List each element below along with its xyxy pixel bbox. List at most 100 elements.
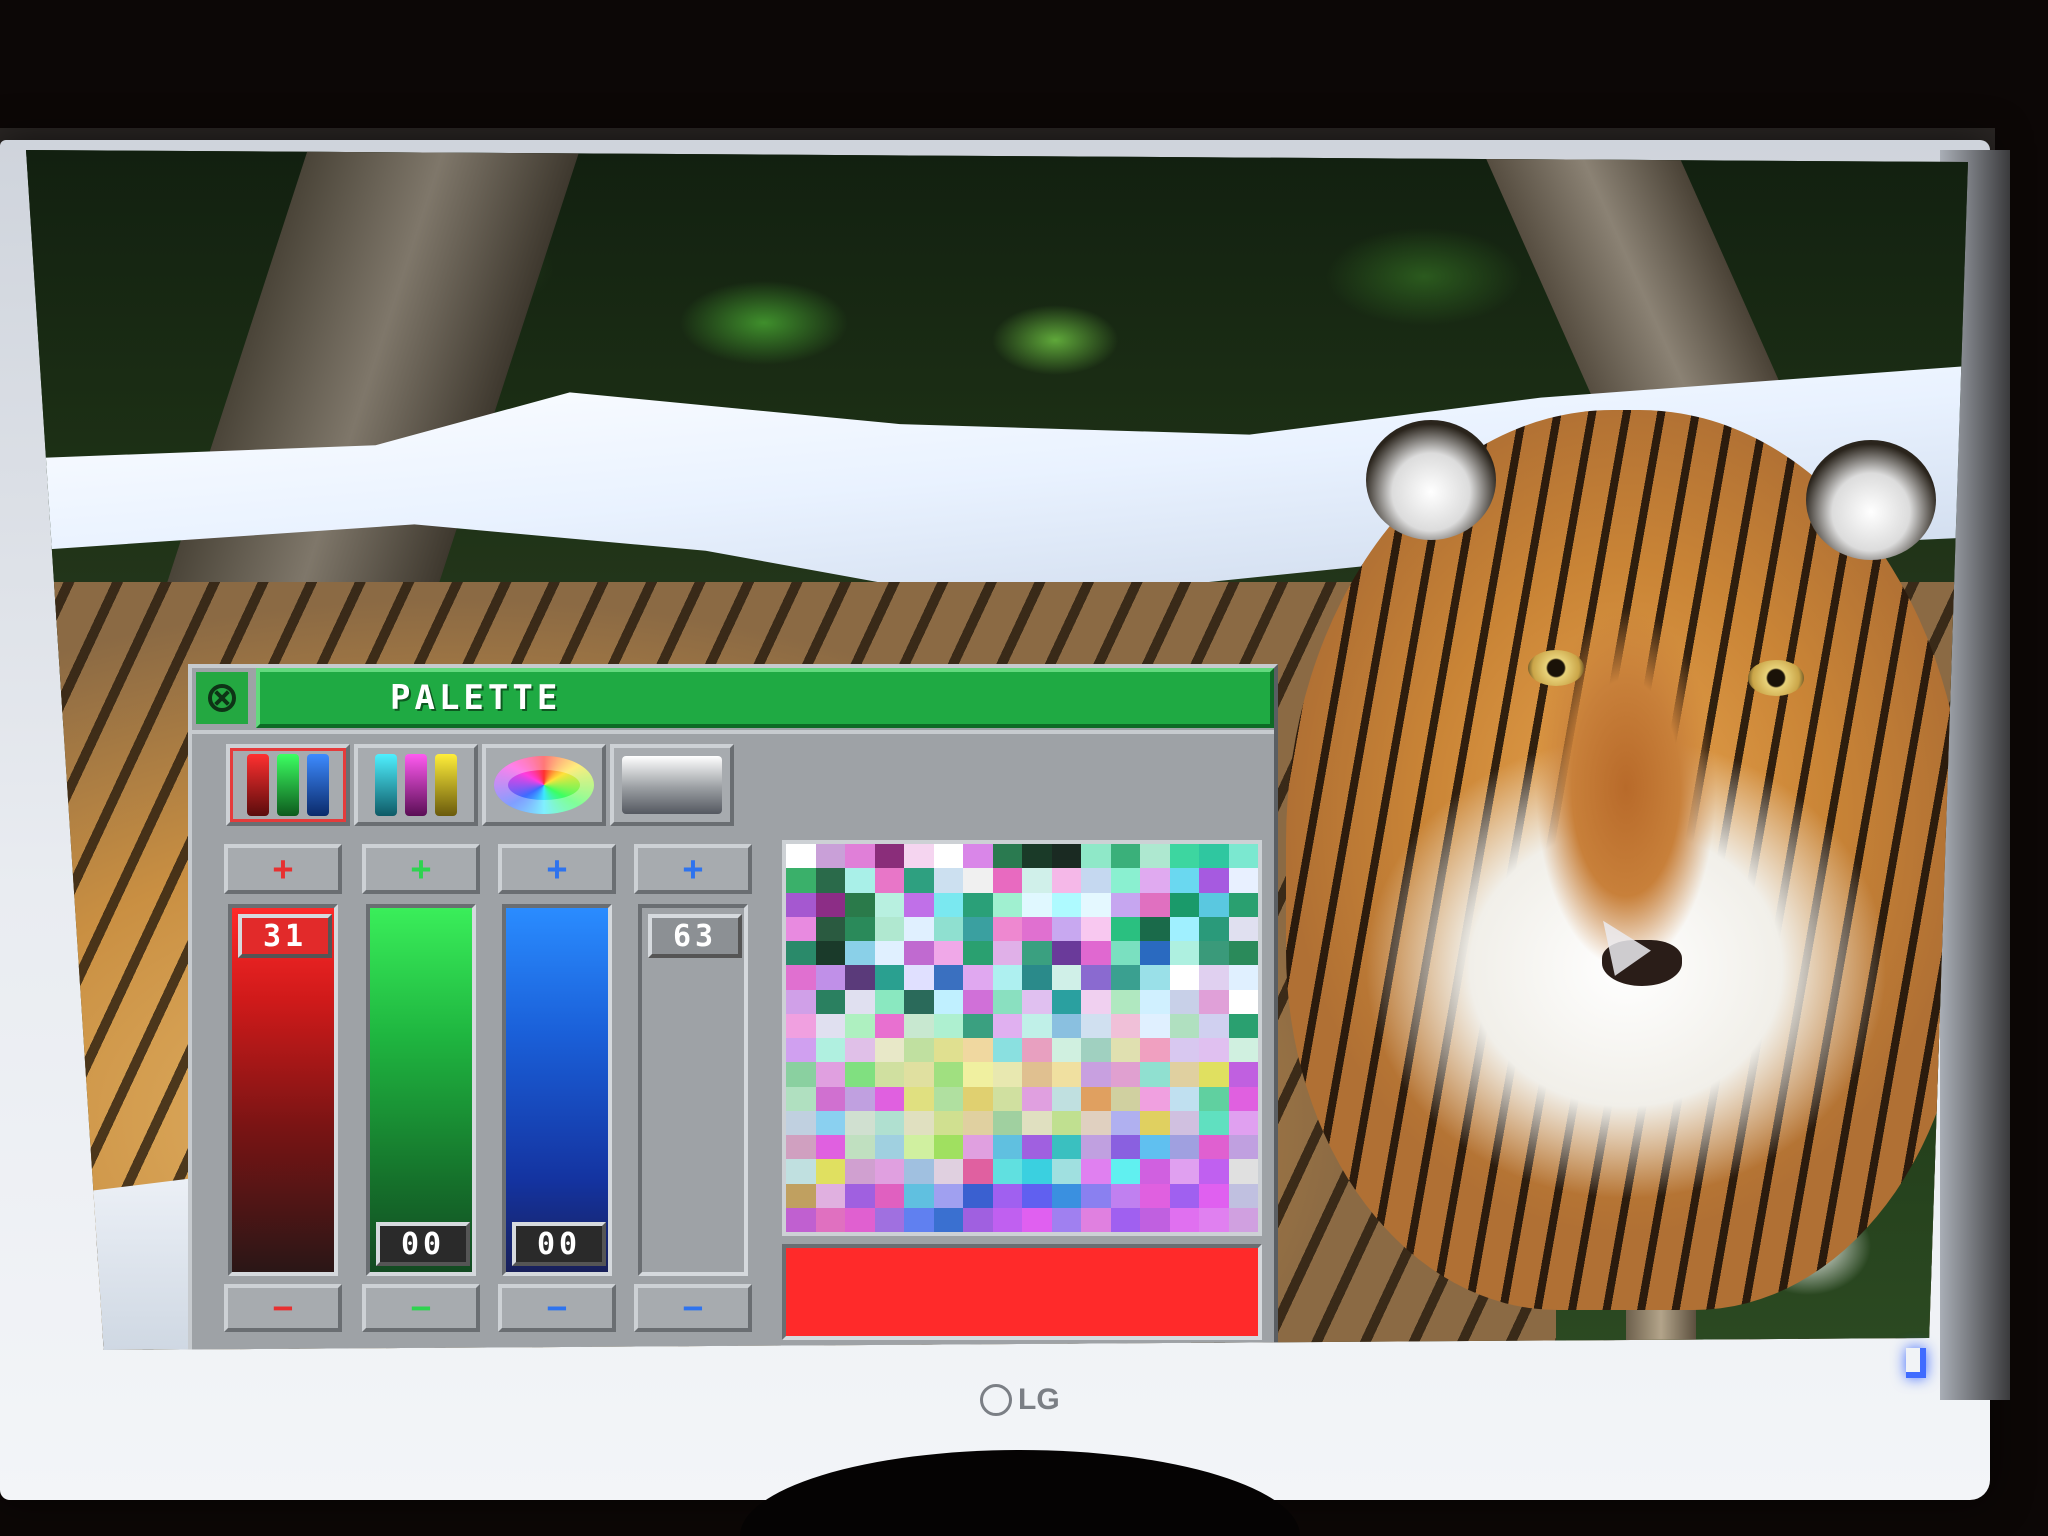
palette-swatch[interactable] — [1169, 1183, 1199, 1208]
palette-swatch[interactable] — [1081, 1110, 1111, 1135]
palette-swatch[interactable] — [904, 1013, 934, 1038]
palette-swatch[interactable] — [904, 1086, 934, 1111]
palette-swatch[interactable] — [845, 941, 875, 966]
palette-swatch[interactable] — [1199, 844, 1229, 869]
palette-swatch[interactable] — [963, 1086, 993, 1111]
palette-swatch[interactable] — [815, 1013, 845, 1038]
palette-swatch[interactable] — [963, 892, 993, 917]
palette-swatch[interactable] — [1022, 916, 1052, 941]
palette-swatch[interactable] — [904, 892, 934, 917]
level-track[interactable]: 63 — [638, 904, 748, 1276]
palette-swatch[interactable] — [1199, 1062, 1229, 1087]
red-plus-button[interactable]: + — [224, 844, 342, 894]
palette-swatch[interactable] — [1051, 1135, 1081, 1160]
palette-swatch[interactable] — [933, 1038, 963, 1063]
palette-swatch[interactable] — [1051, 868, 1081, 893]
palette-swatch[interactable] — [1110, 989, 1140, 1014]
palette-swatch[interactable] — [786, 1038, 816, 1063]
palette-swatch[interactable] — [874, 844, 904, 869]
palette-swatch[interactable] — [933, 868, 963, 893]
palette-swatch[interactable] — [1022, 1110, 1052, 1135]
palette-swatch[interactable] — [1199, 1110, 1229, 1135]
palette-swatch[interactable] — [992, 1086, 1022, 1111]
palette-swatch[interactable] — [1022, 965, 1052, 990]
palette-swatch[interactable] — [845, 844, 875, 869]
palette-swatch[interactable] — [1051, 989, 1081, 1014]
palette-swatch[interactable] — [1228, 868, 1258, 893]
palette-swatch[interactable] — [933, 941, 963, 966]
cmy-mode-button[interactable] — [354, 744, 478, 826]
palette-swatch[interactable] — [963, 1062, 993, 1087]
palette-swatch[interactable] — [933, 1013, 963, 1038]
palette-swatch[interactable] — [1081, 868, 1111, 893]
palette-swatch[interactable] — [1169, 1207, 1199, 1232]
greyscale-mode-button[interactable] — [610, 744, 734, 826]
palette-swatch[interactable] — [815, 989, 845, 1014]
palette-swatch[interactable] — [1140, 989, 1170, 1014]
palette-swatch[interactable] — [992, 844, 1022, 869]
palette-swatch[interactable] — [963, 1207, 993, 1232]
blue-track[interactable]: 00 — [502, 904, 612, 1276]
palette-swatch[interactable] — [1228, 1183, 1258, 1208]
palette-swatch[interactable] — [1169, 1086, 1199, 1111]
palette-swatch[interactable] — [1110, 868, 1140, 893]
palette-swatch[interactable] — [1199, 1013, 1229, 1038]
palette-swatch[interactable] — [963, 989, 993, 1014]
palette-swatch[interactable] — [933, 1110, 963, 1135]
palette-swatch[interactable] — [1022, 892, 1052, 917]
palette-swatch[interactable] — [933, 844, 963, 869]
palette-swatch[interactable] — [1110, 1062, 1140, 1087]
palette-swatch[interactable] — [1228, 1062, 1258, 1087]
palette-swatch[interactable] — [815, 844, 845, 869]
palette-swatch[interactable] — [904, 989, 934, 1014]
palette-swatch[interactable] — [786, 1159, 816, 1184]
palette-swatch[interactable] — [1228, 1013, 1258, 1038]
palette-swatch[interactable] — [904, 916, 934, 941]
palette-swatch[interactable] — [963, 1038, 993, 1063]
palette-swatch[interactable] — [1228, 916, 1258, 941]
palette-swatch[interactable] — [1110, 892, 1140, 917]
palette-swatch[interactable] — [1169, 1159, 1199, 1184]
palette-swatch[interactable] — [786, 989, 816, 1014]
palette-swatch[interactable] — [1140, 1135, 1170, 1160]
level-minus-button[interactable]: − — [634, 1284, 752, 1332]
palette-swatch[interactable] — [1199, 1038, 1229, 1063]
palette-swatch[interactable] — [992, 1207, 1022, 1232]
palette-swatch[interactable] — [992, 1013, 1022, 1038]
palette-swatch[interactable] — [992, 1135, 1022, 1160]
palette-swatch[interactable] — [1140, 1159, 1170, 1184]
palette-swatch[interactable] — [815, 941, 845, 966]
blue-minus-button[interactable]: − — [498, 1284, 616, 1332]
palette-swatch[interactable] — [874, 1207, 904, 1232]
palette-swatch[interactable] — [933, 1062, 963, 1087]
palette-swatch[interactable] — [1169, 989, 1199, 1014]
palette-swatch[interactable] — [1169, 1013, 1199, 1038]
palette-swatch[interactable] — [874, 892, 904, 917]
palette-swatch[interactable] — [1022, 1183, 1052, 1208]
palette-swatch[interactable] — [933, 1207, 963, 1232]
green-track[interactable]: 00 — [366, 904, 476, 1276]
palette-swatch[interactable] — [1081, 989, 1111, 1014]
palette-swatch[interactable] — [815, 965, 845, 990]
palette-swatch[interactable] — [1110, 844, 1140, 869]
window-titlebar[interactable]: PALETTE — [192, 668, 1274, 728]
palette-swatch[interactable] — [1051, 1207, 1081, 1232]
palette-swatch[interactable] — [845, 1159, 875, 1184]
palette-swatch[interactable] — [1022, 1086, 1052, 1111]
palette-swatch[interactable] — [1081, 1207, 1111, 1232]
red-minus-button[interactable]: − — [224, 1284, 342, 1332]
palette-swatch[interactable] — [1140, 1110, 1170, 1135]
palette-swatch[interactable] — [786, 1086, 816, 1111]
palette-swatch[interactable] — [786, 916, 816, 941]
palette-swatch[interactable] — [1081, 1135, 1111, 1160]
palette-swatch[interactable] — [874, 965, 904, 990]
palette-swatch[interactable] — [1228, 965, 1258, 990]
palette-swatch[interactable] — [1228, 844, 1258, 869]
rgb-mode-button[interactable] — [226, 744, 350, 826]
palette-swatch[interactable] — [1022, 1038, 1052, 1063]
palette-swatch[interactable] — [904, 1110, 934, 1135]
palette-swatch[interactable] — [786, 1207, 816, 1232]
palette-swatch[interactable] — [1051, 1013, 1081, 1038]
palette-swatch[interactable] — [992, 892, 1022, 917]
palette-swatch[interactable] — [933, 989, 963, 1014]
